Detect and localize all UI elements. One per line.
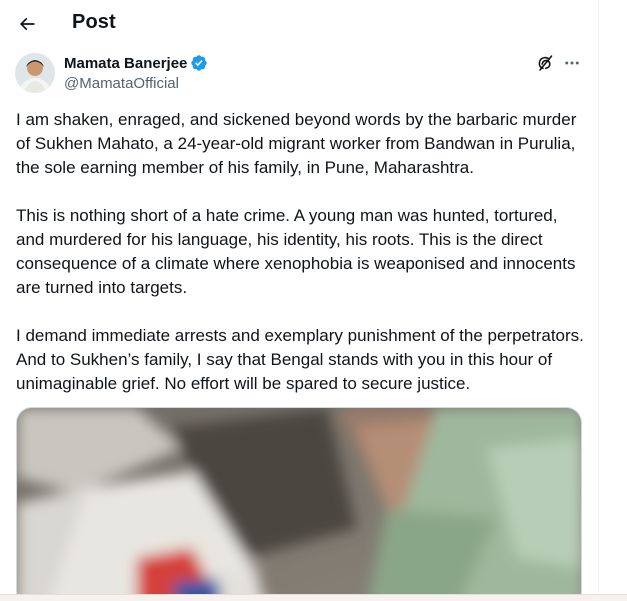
author-handle[interactable]: @MamataOfficial — [64, 75, 179, 92]
top-bar: Post — [0, 0, 598, 46]
back-button[interactable] — [12, 9, 42, 39]
bottom-edge — [0, 594, 627, 601]
tweet-paragraph-1: I am shaken, enraged, and sickened beyon… — [16, 110, 577, 177]
arrow-left-icon — [19, 17, 35, 31]
verified-badge-icon — [190, 54, 208, 72]
grok-button[interactable] — [534, 52, 556, 74]
more-dots-icon — [565, 61, 579, 65]
tweet-paragraph-2: This is nothing short of a hate crime. A… — [16, 206, 576, 297]
page-title: Post — [72, 11, 116, 33]
tweet-text: I am shaken, enraged, and sickened beyon… — [16, 108, 588, 420]
tweet-paragraph-3: I demand immediate arrests and exemplary… — [16, 326, 584, 393]
author-block: Mamata Banerjee @MamataOfficial — [15, 53, 585, 95]
column-divider — [598, 0, 599, 601]
avatar[interactable] — [15, 53, 55, 93]
media-photo — [17, 408, 581, 601]
tweet-media-image[interactable] — [16, 407, 582, 601]
more-options-button[interactable] — [561, 52, 583, 74]
author-display-name[interactable]: Mamata Banerjee — [64, 55, 187, 72]
grok-icon — [538, 55, 553, 71]
